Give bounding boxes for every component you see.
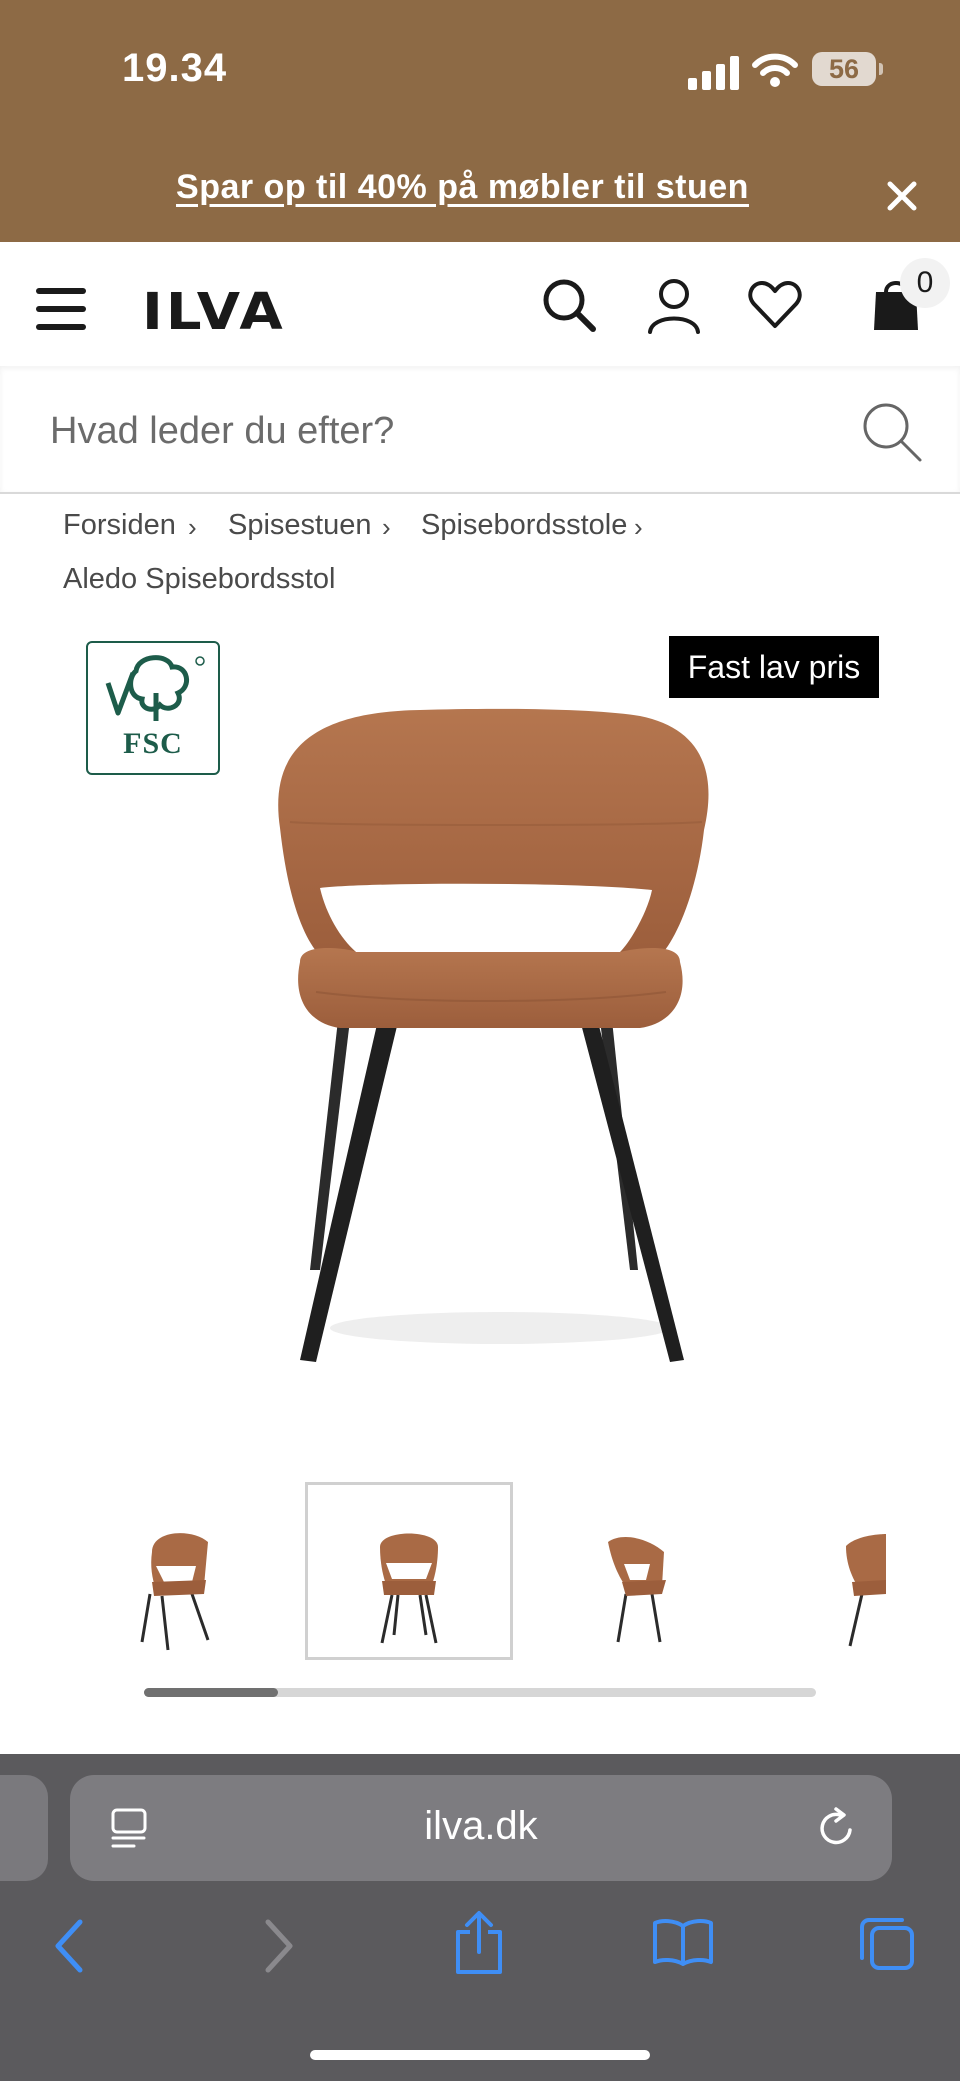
breadcrumb-separator: › <box>634 512 643 542</box>
thumbnail-3-image <box>608 1537 666 1643</box>
thumbnail-2-selected[interactable] <box>305 1482 513 1660</box>
battery-tip <box>879 63 883 75</box>
signal-icon <box>688 56 739 90</box>
heart-icon[interactable] <box>748 280 802 330</box>
reload-icon[interactable] <box>814 1806 858 1850</box>
breadcrumb-separator: › <box>382 512 391 542</box>
thumbnail-2-image <box>380 1533 438 1644</box>
back-icon[interactable] <box>52 1918 86 1974</box>
url-text: ilva.dk <box>424 1804 538 1848</box>
thumbnail-4-image <box>846 1534 886 1647</box>
home-indicator <box>310 2050 650 2060</box>
breadcrumb-dining-room[interactable]: Spisestuen <box>228 509 372 542</box>
gallery-scrollbar-thumb[interactable] <box>144 1688 278 1697</box>
fsc-logo: FSC <box>86 641 220 775</box>
breadcrumb-current: Aledo Spisebordsstol <box>63 563 336 595</box>
search-submit-icon[interactable] <box>858 398 924 464</box>
breadcrumb-separator: › <box>188 512 197 542</box>
share-icon[interactable] <box>452 1910 506 1976</box>
menu-icon[interactable] <box>36 288 86 330</box>
bookmarks-icon[interactable] <box>652 1916 714 1968</box>
search-icon[interactable] <box>540 276 600 336</box>
site-logo[interactable]: ILVA <box>142 283 286 342</box>
tab-switcher-icon[interactable] <box>858 1914 916 1972</box>
battery-indicator: 56 <box>812 52 876 86</box>
promo-link[interactable]: Spar op til 40% på møbler til stuen <box>0 168 925 207</box>
breadcrumb-home[interactable]: Forsiden <box>63 509 176 542</box>
search-input[interactable] <box>48 400 832 462</box>
fsc-label: FSC <box>123 727 183 760</box>
product-main-image[interactable] <box>260 700 720 1380</box>
thumbnail-1-image <box>140 1533 210 1651</box>
close-icon[interactable] <box>882 176 922 216</box>
status-time: 19.34 <box>122 46 228 90</box>
cart-count-badge: 0 <box>900 258 950 308</box>
user-icon[interactable] <box>644 276 704 336</box>
wifi-icon <box>752 53 798 87</box>
previous-tab-preview[interactable] <box>0 1775 48 1881</box>
breadcrumb-dining-chairs[interactable]: Spisebordsstole <box>421 509 627 542</box>
price-badge: Fast lav pris <box>669 636 879 698</box>
thumbnail-1[interactable] <box>72 1482 280 1660</box>
thumbnail-4[interactable] <box>772 1482 886 1660</box>
forward-icon[interactable] <box>262 1918 296 1974</box>
thumbnail-3[interactable] <box>538 1482 746 1660</box>
